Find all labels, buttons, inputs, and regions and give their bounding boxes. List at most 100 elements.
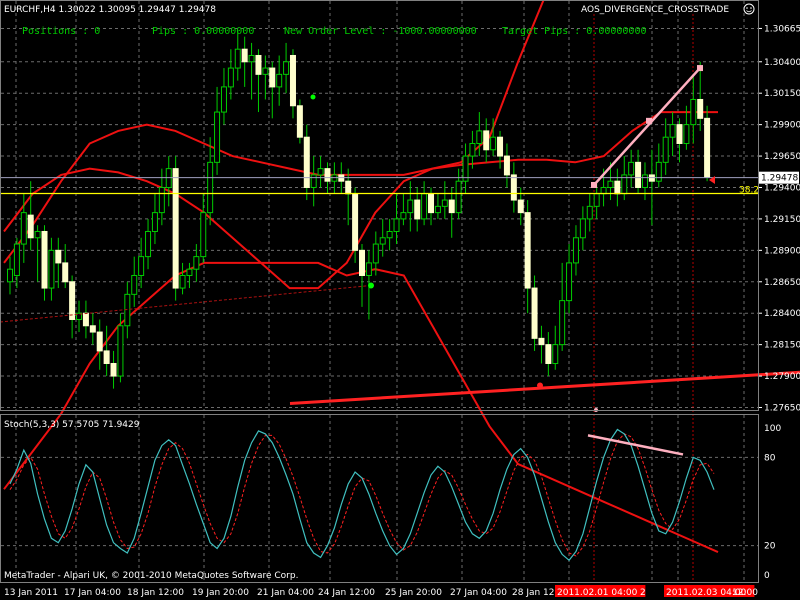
candle-body xyxy=(207,161,214,214)
candle-body xyxy=(386,230,393,239)
candle-body xyxy=(179,274,186,289)
signal-marker xyxy=(310,94,316,100)
candle-body xyxy=(62,262,69,283)
candle-body xyxy=(690,98,697,126)
time-axis-label: 18 Jan 12:00 xyxy=(127,588,184,598)
candle-body xyxy=(414,199,421,220)
trend-point xyxy=(537,382,543,389)
candle-body xyxy=(89,325,96,333)
candle-body xyxy=(27,214,34,239)
candle-body xyxy=(524,212,531,289)
price-axis-label: 1.29650 xyxy=(764,152,800,162)
candle-body xyxy=(455,180,462,214)
candle-body xyxy=(669,124,676,138)
candle-body xyxy=(110,362,117,377)
candle-body xyxy=(490,136,497,151)
candle-body xyxy=(531,287,538,339)
price-axis-label: 1.29900 xyxy=(764,121,800,131)
candle-body xyxy=(34,230,41,239)
candle-body xyxy=(614,180,621,195)
candle-body xyxy=(538,337,545,346)
stoch-label: Stoch(5,3,3) 57.5705 71.9429 xyxy=(4,420,140,430)
candle-body xyxy=(600,186,607,195)
candle-body xyxy=(441,199,448,207)
stoch-axis-label: 20 xyxy=(764,542,776,552)
candle-body xyxy=(255,54,262,75)
time-axis-label: 12:00 xyxy=(732,588,758,598)
candle-body xyxy=(510,174,517,201)
candle-body xyxy=(296,105,303,138)
time-axis-label: 25 Jan 20:00 xyxy=(385,588,442,598)
time-axis-label: 24 Jan 12:00 xyxy=(318,588,375,598)
stoch-axis-label: 100 xyxy=(764,424,781,434)
candle-body xyxy=(310,174,317,188)
price-axis-label: 1.27650 xyxy=(764,403,800,413)
divergence-point xyxy=(646,117,652,124)
candle-body xyxy=(82,312,89,327)
candle-body xyxy=(269,67,276,88)
candle-body xyxy=(234,48,241,69)
candle-body xyxy=(517,199,524,214)
candle-body xyxy=(676,124,683,144)
candle-body xyxy=(13,243,20,276)
pips-label: Pips : 0.00000000 xyxy=(152,26,254,37)
candle-body xyxy=(434,205,441,214)
candle-body xyxy=(193,256,200,270)
candle-body xyxy=(421,193,428,220)
candle-body xyxy=(220,86,227,113)
candle-body xyxy=(545,344,552,364)
new-order-level-label: New Order Level : -1000.00000000 xyxy=(284,26,477,37)
candle-body xyxy=(345,180,352,195)
price-axis-label: 1.29150 xyxy=(764,215,800,225)
indicator-name: AOS_DIVERGENCE_CROSSTRADE xyxy=(581,5,729,15)
price-axis-label: 1.30665 xyxy=(764,24,800,34)
candle-body xyxy=(379,237,386,245)
candle-body xyxy=(586,205,593,220)
candle-body xyxy=(55,249,62,264)
candle-body xyxy=(324,168,331,182)
candle-body xyxy=(655,161,662,182)
candle-body xyxy=(227,67,234,88)
candle-body xyxy=(552,344,559,364)
target-pips-label: Target Pips : 0.00000000 xyxy=(502,26,647,37)
candle-body xyxy=(628,161,635,176)
time-axis-label: 21 Jan 04:00 xyxy=(257,588,314,598)
candle-body xyxy=(407,199,414,214)
candle-body xyxy=(566,262,573,302)
candle-body xyxy=(262,67,269,75)
candle-body xyxy=(96,331,103,352)
candle-body xyxy=(283,61,290,75)
candle-body xyxy=(69,281,76,320)
candle-body xyxy=(635,161,642,188)
candle-body xyxy=(448,199,455,214)
candle-body xyxy=(248,54,255,63)
candle-body xyxy=(303,136,310,188)
stoch-axis-label: 80 xyxy=(764,453,776,463)
candle-body xyxy=(145,230,152,258)
candle-body xyxy=(200,212,207,258)
candle-body xyxy=(697,98,704,119)
candle-body xyxy=(48,249,55,289)
candle-body xyxy=(559,300,566,346)
price-axis-label: 1.30150 xyxy=(764,89,800,99)
trading-chart[interactable]: 38.2 1.30665 1.30400 1.30150 1.29900 1.29650… xyxy=(0,0,800,600)
candle-body xyxy=(317,168,324,176)
candle-body xyxy=(158,186,165,214)
candle-body xyxy=(20,212,27,245)
candle-body xyxy=(372,243,379,264)
time-axis-label: 17 Jan 04:00 xyxy=(64,588,121,598)
candle-body xyxy=(241,48,248,63)
candle-body xyxy=(497,136,504,157)
candle-body xyxy=(483,130,490,151)
positions-label: Positions : 0 xyxy=(22,26,100,37)
candle-body xyxy=(593,193,600,207)
candle-body xyxy=(579,218,586,239)
candle-body xyxy=(289,54,296,107)
candle-body xyxy=(662,136,669,163)
candle-body xyxy=(103,350,110,364)
divergence-point xyxy=(591,181,597,188)
time-axis-label: 2011.02.01 04:00 xyxy=(557,588,638,598)
candle-body xyxy=(428,193,435,214)
candle-body xyxy=(41,230,48,289)
divergence-point xyxy=(697,65,703,72)
